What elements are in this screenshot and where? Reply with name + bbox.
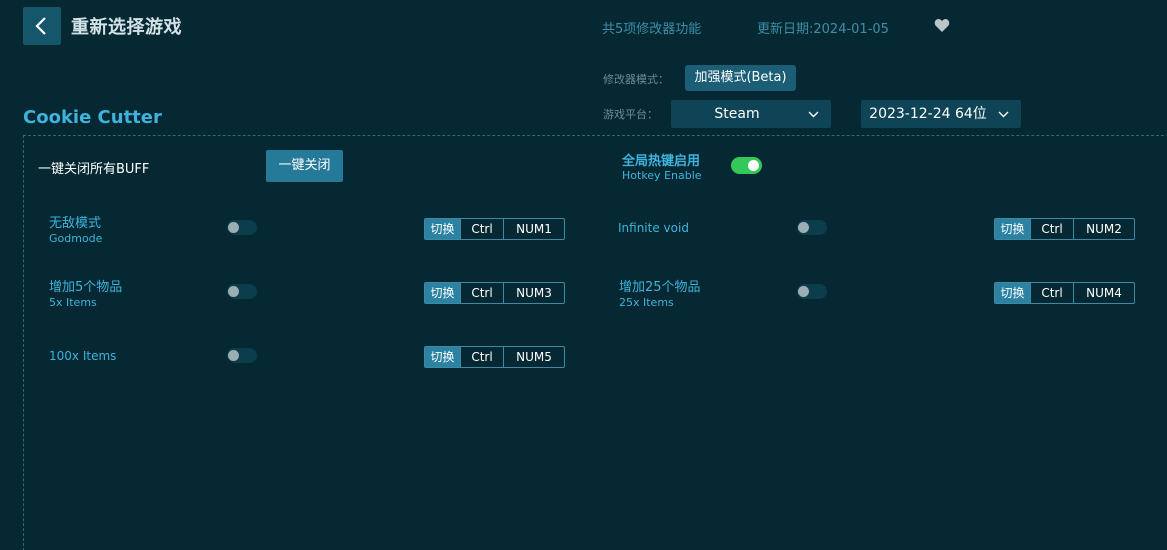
cheat-toggle-100x-items[interactable]: [227, 348, 257, 363]
toggle-knob: [748, 160, 759, 171]
hotkey-100x-items[interactable]: 切换 Ctrl NUM5: [424, 346, 565, 368]
update-date: 更新日期:2024-01-05: [757, 22, 889, 37]
chevron-down-icon: [998, 111, 1009, 118]
cheat-toggle-5x-items[interactable]: [227, 284, 257, 299]
cheat-label-godmode: 无敌模式: [49, 216, 102, 231]
hotkey-5x-items[interactable]: 切换 Ctrl NUM3: [424, 282, 565, 304]
hotkey-ctrl-key: Ctrl: [460, 283, 503, 303]
hotkey-enable-label: 全局热键启用: [622, 154, 701, 169]
trainer-window: 重新选择游戏 共5项修改器功能 更新日期:2024-01-05 修改器模式： 加…: [0, 0, 1167, 550]
toggle-knob: [228, 350, 239, 361]
cheat-label-25x-items: 增加25个物品: [619, 280, 701, 295]
chevron-down-icon: [808, 111, 819, 118]
hotkey-num-key: NUM3: [503, 283, 564, 303]
toggle-knob: [228, 222, 239, 233]
hotkey-switch-key: 切换: [995, 219, 1030, 239]
hotkey-num-key: NUM2: [1073, 219, 1134, 239]
hotkey-infinite-void[interactable]: 切换 Ctrl NUM2: [994, 218, 1135, 240]
cheat-sublabel-25x-items: 25x Items: [619, 296, 674, 309]
chevron-left-icon: [35, 17, 46, 35]
hotkey-enable-toggle[interactable]: [731, 157, 762, 174]
hotkey-switch-key: 切换: [995, 283, 1030, 303]
hotkey-ctrl-key: Ctrl: [1030, 219, 1073, 239]
page-title: 重新选择游戏: [71, 17, 182, 38]
hotkey-num-key: NUM1: [503, 219, 564, 239]
platform-label: 游戏平台：: [603, 108, 658, 121]
toggle-knob: [798, 286, 809, 297]
close-all-label: 一键关闭所有BUFF: [38, 162, 150, 177]
hotkey-switch-key: 切换: [425, 283, 460, 303]
feature-count: 共5项修改器功能: [602, 22, 702, 37]
cheat-panel: [23, 135, 1167, 550]
cheat-toggle-godmode[interactable]: [227, 220, 257, 235]
hotkey-godmode[interactable]: 切换 Ctrl NUM1: [424, 218, 565, 240]
cheat-toggle-infinite-void[interactable]: [797, 220, 827, 235]
version-select[interactable]: 2023-12-24 64位: [861, 100, 1021, 128]
cheat-label-infinite-void: Infinite void: [618, 221, 689, 235]
cheat-label-100x-items: 100x Items: [49, 349, 117, 363]
cheat-toggle-25x-items[interactable]: [797, 284, 827, 299]
hotkey-switch-key: 切换: [425, 347, 460, 367]
platform-value: Steam: [714, 106, 760, 122]
toggle-knob: [228, 286, 239, 297]
mode-label: 修改器模式：: [603, 73, 669, 86]
toggle-knob: [798, 222, 809, 233]
hotkey-num-key: NUM4: [1073, 283, 1134, 303]
platform-select[interactable]: Steam: [671, 100, 831, 128]
hotkey-num-key: NUM5: [503, 347, 564, 367]
version-value: 2023-12-24 64位: [869, 106, 987, 122]
favorite-heart-icon[interactable]: [934, 18, 950, 37]
hotkey-switch-key: 切换: [425, 219, 460, 239]
cheat-sublabel-godmode: Godmode: [49, 232, 103, 245]
hotkey-enable-sublabel: Hotkey Enable: [622, 169, 702, 182]
hotkey-ctrl-key: Ctrl: [460, 347, 503, 367]
hotkey-25x-items[interactable]: 切换 Ctrl NUM4: [994, 282, 1135, 304]
game-name: Cookie Cutter: [23, 107, 162, 128]
hotkey-ctrl-key: Ctrl: [460, 219, 503, 239]
back-button[interactable]: [23, 7, 61, 45]
cheat-label-5x-items: 增加5个物品: [49, 280, 123, 295]
cheat-sublabel-5x-items: 5x Items: [49, 296, 97, 309]
close-all-button[interactable]: 一键关闭: [266, 150, 343, 182]
mode-badge[interactable]: 加强模式(Beta): [685, 65, 796, 91]
hotkey-ctrl-key: Ctrl: [1030, 283, 1073, 303]
